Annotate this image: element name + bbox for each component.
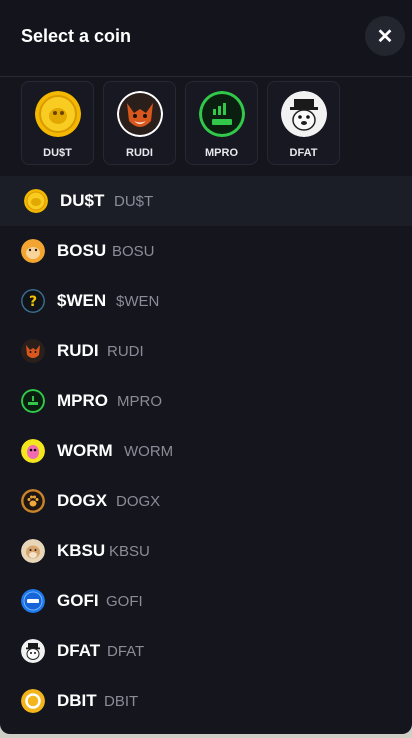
coin-symbol: MPRO <box>57 391 108 410</box>
modal-title: Select a coin <box>21 26 132 46</box>
coin-row-wen[interactable]: ? $WEN $WEN <box>0 276 412 326</box>
favorite-coin-rudi[interactable]: RUDI <box>103 81 176 165</box>
coin-symbol: GOFI <box>57 591 99 610</box>
favorite-coin-mpro[interactable]: MPRO <box>185 81 258 165</box>
coin-symbol: RUDI <box>57 341 99 360</box>
coin-name: WORM <box>124 443 174 460</box>
favorite-coins: DU$T RUDI MPRO DFAT <box>21 81 340 165</box>
coin-symbol: KBSU <box>57 541 106 560</box>
coin-name: RUDI <box>107 343 144 360</box>
coin-row-worm[interactable]: WORM WORM <box>0 426 412 476</box>
favorite-coin-label: RUDI <box>126 147 153 159</box>
mpro-icon <box>199 91 245 137</box>
coin-name: DFAT <box>107 643 145 660</box>
dfat-icon <box>281 91 327 137</box>
favorite-coin-label: DU$T <box>43 147 72 159</box>
coin-row-dust[interactable]: DU$T DU$T <box>0 176 412 226</box>
coin-symbol: DU$T <box>60 191 105 210</box>
coin-name: $WEN <box>116 293 160 310</box>
coin-symbol: DFAT <box>57 641 101 660</box>
dbit-icon <box>21 689 45 713</box>
rudi-fox-icon <box>21 339 45 363</box>
coin-row-dogx[interactable]: DOGX DOGX <box>0 476 412 526</box>
coin-name: BOSU <box>112 243 155 260</box>
coin-row-dfat[interactable]: DFAT DFAT <box>0 626 412 676</box>
coin-symbol: DOGX <box>57 491 108 510</box>
coin-name: KBSU <box>109 543 150 560</box>
coin-name: MPRO <box>117 393 162 410</box>
coin-row-mpro[interactable]: MPRO MPRO <box>0 376 412 426</box>
coin-name: DBIT <box>104 693 139 710</box>
coin-symbol: WORM <box>57 441 113 460</box>
coin-row-dbit[interactable]: DBIT DBIT <box>0 676 412 726</box>
coin-row-rudi[interactable]: RUDI RUDI <box>0 326 412 376</box>
mpro-icon <box>21 389 45 413</box>
wen-question-icon: ? <box>21 289 45 313</box>
coin-row-bosu[interactable]: BOSU BOSU <box>0 226 412 276</box>
rudi-fox-icon <box>117 91 163 137</box>
dogx-paw-icon <box>21 489 45 513</box>
dfat-icon <box>21 639 45 663</box>
coin-select-modal: Select a coin ✕ DU$T RUDI MPRO DFAT DU$T… <box>0 0 412 734</box>
close-button[interactable]: ✕ <box>365 16 405 56</box>
coin-name: DU$T <box>114 193 154 210</box>
coin-symbol: $WEN <box>57 291 107 310</box>
favorite-coin-dfat[interactable]: DFAT <box>267 81 340 165</box>
dust-coin-icon <box>35 91 81 137</box>
dust-coin-icon <box>24 189 48 213</box>
coin-list: DU$T DU$T BOSU BOSU ? $WEN $WEN RUDI RUD… <box>0 176 412 726</box>
coin-row-gofi[interactable]: GOFI GOFI <box>0 576 412 626</box>
gofi-icon <box>21 589 45 613</box>
kbsu-dog-icon <box>21 539 45 563</box>
bosu-dog-icon <box>21 239 45 263</box>
coin-symbol: DBIT <box>57 691 97 710</box>
coin-name: DOGX <box>116 493 161 510</box>
svg-text:?: ? <box>29 294 37 310</box>
coin-row-kbsu[interactable]: KBSU KBSU <box>0 526 412 576</box>
modal-header: Select a coin ✕ <box>0 0 412 77</box>
close-icon: ✕ <box>376 25 394 48</box>
coin-symbol: BOSU <box>57 241 107 260</box>
worm-icon <box>21 439 45 463</box>
favorite-coin-dust[interactable]: DU$T <box>21 81 94 165</box>
favorite-coin-label: MPRO <box>205 147 238 159</box>
favorite-coin-label: DFAT <box>289 147 318 159</box>
coin-name: GOFI <box>106 593 143 610</box>
